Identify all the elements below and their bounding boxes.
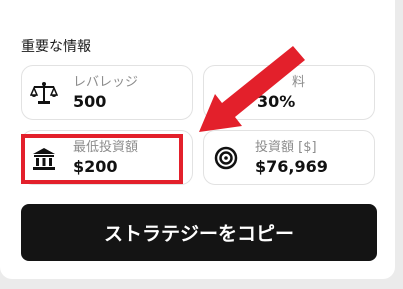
leverage-card: レバレッジ 500 [21, 65, 193, 120]
leverage-value: 500 [73, 92, 107, 111]
leverage-label: レバレッジ [73, 75, 139, 90]
copy-strategy-button[interactable]: ストラテジーをコピー [21, 204, 377, 261]
section-title: 重要な情報 [21, 39, 91, 55]
scale-icon [30, 82, 58, 104]
highlight-box [21, 134, 183, 184]
red-arrow-icon [199, 46, 305, 132]
investment-value: $76,969 [255, 157, 328, 176]
target-icon [214, 146, 238, 170]
strategy-info-panel: 重要な情報 レバレッジ 500 料 30% 最低投資額 $200 投資額 [$]… [0, 0, 395, 279]
